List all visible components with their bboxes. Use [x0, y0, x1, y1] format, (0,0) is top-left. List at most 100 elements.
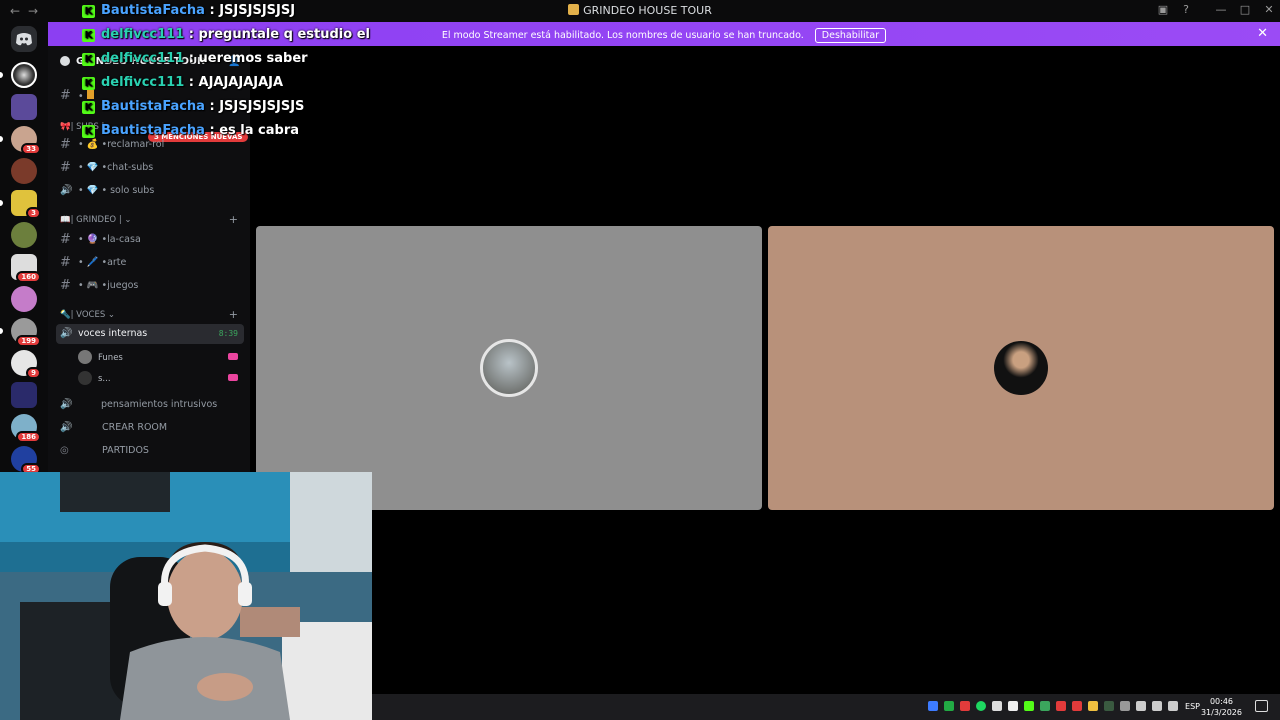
add-channel-icon[interactable]: +: [229, 213, 238, 226]
banner-message: El modo Streamer está habilitado. Los no…: [441, 30, 804, 41]
server-avatar-5[interactable]: 160: [11, 254, 41, 283]
voice-channel-voces-internas[interactable]: 🔊 voces internas 8:39: [56, 324, 244, 344]
channel-label: PARTIDOS: [102, 445, 149, 456]
chat-user: BautistaFacha: [101, 123, 205, 138]
channel-chat-subs[interactable]: # • 💎 •chat-subs: [56, 158, 244, 178]
mention-badge: 199: [16, 335, 41, 347]
server-avatar-1[interactable]: 33: [11, 126, 41, 155]
kick-icon: K: [82, 125, 95, 138]
kick-tray-icon[interactable]: [1024, 701, 1034, 711]
mic-muted-icon[interactable]: [1056, 701, 1066, 711]
bluetooth-icon[interactable]: [928, 701, 938, 711]
language-indicator[interactable]: ESP: [1185, 702, 1200, 711]
voice-tile-funes[interactable]: [256, 226, 762, 510]
channel-label: pensamientos intrusivos: [101, 399, 218, 410]
channel-la-casa[interactable]: # • 🔮 •la-casa: [56, 230, 244, 250]
display-icon[interactable]: [1136, 701, 1146, 711]
voice-channel-pensamientos[interactable]: 🔊 pensamientos intrusivos: [56, 395, 244, 415]
channel-solo-subs[interactable]: 🔊 • 💎 • solo subs: [56, 181, 244, 201]
hash-icon: #: [60, 255, 71, 270]
mention-badge: 186: [16, 431, 41, 443]
volume-icon[interactable]: [1168, 701, 1178, 711]
network-icon[interactable]: [1152, 701, 1162, 711]
xbox-icon[interactable]: [944, 701, 954, 711]
channel-label: • 🖊️ •arte: [78, 257, 127, 268]
kick-icon: K: [82, 77, 95, 90]
server-avatar-6[interactable]: [11, 286, 37, 312]
app-tray-icon[interactable]: [1104, 701, 1114, 711]
kick-icon: K: [82, 53, 95, 66]
voice-tile-s[interactable]: [768, 226, 1274, 510]
chat-text: : preguntale q estudio el: [188, 27, 370, 42]
category-voces[interactable]: 🔦| VOCES ⌄: [60, 310, 115, 320]
webcam-overlay: [0, 472, 372, 720]
microphone-icon[interactable]: [992, 701, 1002, 711]
server-avatar-10[interactable]: 186: [11, 414, 41, 443]
channel-label: CREAR ROOM: [102, 422, 168, 433]
screen-share-icon[interactable]: ▣: [1156, 3, 1170, 17]
server-compass-icon[interactable]: [11, 62, 37, 88]
stage-icon: ◎: [60, 445, 69, 456]
disable-streamer-button[interactable]: Deshabilitar: [814, 28, 887, 43]
category-grindeo[interactable]: 📖| GRINDEO | ⌄: [60, 215, 132, 225]
server-avatar-4[interactable]: [11, 222, 37, 248]
spotify-icon[interactable]: [976, 701, 986, 711]
channel-label: • 🔮 •la-casa: [78, 234, 141, 245]
server-avatar-7[interactable]: 199: [11, 318, 41, 347]
chat-overlay-line: Kdelfivcc111 : AJAJAJAJAJA: [82, 75, 283, 90]
server-avatar-2[interactable]: [11, 158, 37, 184]
server-avatar-3[interactable]: 3: [11, 190, 41, 219]
channel-label: voces internas: [78, 328, 148, 339]
server-avatar-9[interactable]: [11, 382, 37, 408]
channel-label: • 💎 •chat-subs: [78, 162, 154, 173]
webcam-feed-image: [0, 472, 372, 720]
app-tray-icon[interactable]: [960, 701, 970, 711]
steam-icon[interactable]: [1008, 701, 1018, 711]
hash-icon: #: [60, 160, 71, 175]
app-tray-icon[interactable]: [1120, 701, 1130, 711]
server-cube-icon[interactable]: [11, 94, 37, 120]
help-icon[interactable]: ?: [1179, 3, 1193, 17]
unread-pip: [0, 200, 3, 206]
channel-reclamar-rol[interactable]: # • 💰 •reclamar-rol: [56, 135, 244, 155]
chat-overlay-line: K BautistaFacha : JSJSJSJSJSJ: [82, 3, 295, 18]
channel-arte[interactable]: # • 🖊️ •arte: [56, 253, 244, 273]
chat-user: delfivcc111: [101, 27, 185, 42]
chat-overlay-line: K BautistaFacha : JSJSJSJSJSJS: [82, 99, 304, 114]
category-label: | GRINDEO |: [70, 215, 122, 225]
speaker-icon: 🔊: [60, 399, 73, 410]
window-title-text: GRINDEO HOUSE TOUR: [583, 4, 712, 17]
discord-home-icon[interactable]: [11, 26, 37, 52]
hash-icon: #: [60, 88, 71, 103]
maximize-icon[interactable]: □: [1238, 3, 1252, 17]
category-label: | VOCES: [70, 310, 106, 320]
avatar: [78, 350, 92, 364]
notifications-icon[interactable]: [1255, 700, 1268, 712]
clock[interactable]: 00:46 31/3/2026: [1201, 696, 1242, 718]
chat-text: : ueremos saber: [188, 51, 308, 66]
app-tray-icon[interactable]: [1040, 701, 1050, 711]
voice-channel-partidos[interactable]: ◎ PARTIDOS: [56, 441, 244, 461]
server-avatar-8[interactable]: 9: [11, 350, 41, 379]
kick-icon: K: [82, 101, 95, 114]
close-window-icon[interactable]: ✕: [1262, 3, 1276, 17]
mention-badge: 160: [16, 271, 41, 283]
app-tray-icon[interactable]: [1088, 701, 1098, 711]
minimize-icon[interactable]: —: [1214, 3, 1228, 17]
user-name: s...: [98, 374, 111, 384]
banner-close-icon[interactable]: ✕: [1257, 26, 1268, 41]
server-avatar-11[interactable]: 55: [11, 446, 41, 475]
user-name: Funes: [98, 353, 123, 363]
speaker-icon: 🔊: [60, 422, 73, 433]
add-channel-icon[interactable]: +: [229, 308, 238, 321]
voice-channel-crear-room[interactable]: 🔊 CREAR ROOM: [56, 418, 244, 438]
clock-date: 31/3/2026: [1200, 708, 1242, 717]
avatar: [994, 341, 1048, 395]
clock-time: 00:46: [1209, 697, 1234, 706]
app-tray-icon[interactable]: [1072, 701, 1082, 711]
server-badge-icon: [60, 56, 70, 66]
channel-juegos[interactable]: # • 🎮 •juegos: [56, 276, 244, 296]
mention-badge: 3: [26, 207, 41, 219]
unread-pip: [0, 136, 3, 142]
speaker-active-icon: 🔊: [60, 328, 73, 339]
